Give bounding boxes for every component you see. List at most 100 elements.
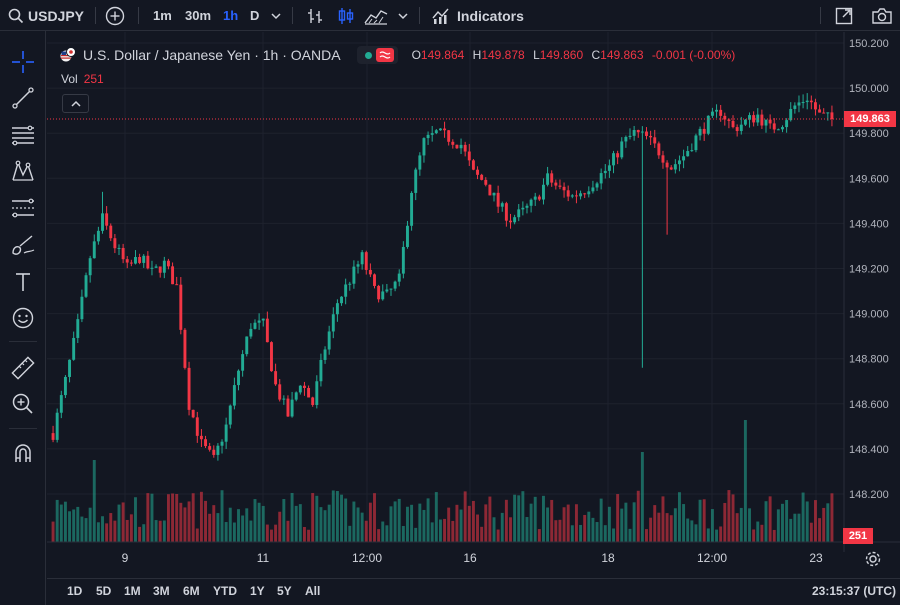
volume-bar (364, 520, 368, 542)
trend-line-tool[interactable] (9, 84, 37, 112)
snapshot-button[interactable] (871, 0, 893, 31)
candle-body (830, 112, 834, 120)
volume-bar (191, 493, 195, 542)
volume-bar (142, 524, 146, 542)
axis-settings-button[interactable] (864, 550, 882, 568)
volume-bar (603, 525, 607, 542)
time-axis[interactable]: 9 11 12:00 16 18 12:00 23 (47, 541, 900, 565)
crosshair-tool[interactable] (9, 48, 37, 76)
volume-bar (307, 529, 311, 542)
candlestick-chart[interactable]: 150.200 150.000 149.800 149.600 149.400 149.2… (47, 32, 900, 578)
bar-style-button[interactable] (305, 0, 325, 31)
timeframe-30m[interactable]: 30m (185, 0, 211, 31)
open-value: 149.864 (420, 48, 465, 62)
divider (138, 7, 139, 24)
range-all[interactable]: All (305, 584, 320, 598)
market-status[interactable] (356, 46, 398, 64)
timeframe-1h[interactable]: 1h (223, 0, 238, 31)
volume-bar (204, 500, 207, 542)
timeframe-d[interactable]: D (250, 0, 259, 31)
projection-tool[interactable] (9, 194, 37, 222)
zoom-tool[interactable] (9, 390, 37, 418)
collapse-legend-button[interactable] (62, 94, 89, 113)
candle-body (805, 100, 809, 103)
candle-body (352, 266, 356, 284)
candle-body (348, 283, 352, 285)
range-5d[interactable]: 5D (96, 584, 111, 598)
volume-bar (752, 529, 756, 542)
compare-button[interactable] (105, 0, 125, 31)
candle-body (327, 331, 331, 350)
range-1m[interactable]: 1M (124, 584, 141, 598)
volume-bar (360, 512, 364, 542)
candle-body (323, 349, 327, 360)
measure-tool[interactable] (9, 354, 37, 382)
timeframe-1m[interactable]: 1m (153, 0, 172, 31)
range-3m[interactable]: 3M (153, 584, 170, 598)
candle-body (187, 367, 191, 410)
volume-bar (513, 494, 517, 542)
candle-body (199, 435, 203, 440)
candle-body (669, 167, 673, 170)
candle-body (129, 262, 133, 264)
candle-body (488, 184, 492, 196)
price-tick-label: 148.600 (849, 399, 889, 411)
volume-bar (793, 513, 797, 542)
volume-bar (686, 518, 690, 542)
utc-clock[interactable]: 23:15:37 (UTC) (812, 584, 896, 598)
candle-body (739, 124, 743, 132)
emoji-tool[interactable] (9, 304, 37, 332)
brush-icon (12, 235, 35, 255)
candle-body (204, 439, 207, 447)
chart-style-dropdown[interactable] (397, 0, 409, 31)
candle-body (216, 445, 220, 455)
candle-body (401, 246, 405, 274)
candle-body (377, 285, 381, 300)
text-tool[interactable] (9, 268, 37, 296)
candle-body (426, 134, 430, 139)
volume-bar (430, 522, 434, 542)
candle-body (307, 388, 311, 398)
candle-body (356, 264, 360, 267)
candle-body (566, 190, 570, 197)
fullscreen-button[interactable] (834, 0, 854, 31)
volume-bar (628, 528, 632, 542)
volume-bar (220, 490, 224, 542)
candle-body (504, 203, 508, 221)
volume-bar (574, 504, 578, 542)
candles-style-button[interactable] (336, 0, 356, 31)
fib-tool[interactable] (9, 121, 37, 149)
magnet-tool[interactable] (9, 440, 37, 468)
timeframe-dropdown[interactable] (270, 0, 282, 31)
range-ytd[interactable]: YTD (213, 584, 237, 598)
indicators-button[interactable]: Indicators (431, 0, 524, 31)
volume-bar (92, 460, 96, 542)
pattern-tool[interactable] (9, 157, 37, 185)
high-value: 149.878 (481, 48, 525, 62)
candle-body (484, 179, 488, 185)
time-tick-label: 12:00 (352, 551, 382, 565)
symbol-search-button[interactable]: USDJPY (8, 0, 84, 31)
candle-body (657, 143, 661, 156)
price-tick-label: 149.800 (849, 128, 889, 140)
volume-bar (471, 500, 475, 542)
candle-body (63, 376, 67, 396)
volume-bar (480, 526, 484, 542)
range-5y[interactable]: 5Y (277, 584, 292, 598)
candle-body (96, 230, 100, 242)
volume-bar (224, 522, 228, 542)
brush-tool[interactable] (9, 231, 37, 259)
range-1y[interactable]: 1Y (250, 584, 265, 598)
volume-bar (826, 503, 830, 542)
candle-body (430, 133, 434, 135)
range-1d[interactable]: 1D (67, 584, 82, 598)
area-style-button[interactable] (363, 0, 389, 31)
volume-bar (344, 498, 348, 542)
candle-body (686, 151, 690, 157)
volume-bar (789, 518, 793, 542)
candle-body (463, 144, 467, 152)
volume-bar (179, 502, 183, 542)
range-6m[interactable]: 6M (183, 584, 200, 598)
candle-body (418, 155, 422, 170)
volume-bar (216, 513, 220, 542)
